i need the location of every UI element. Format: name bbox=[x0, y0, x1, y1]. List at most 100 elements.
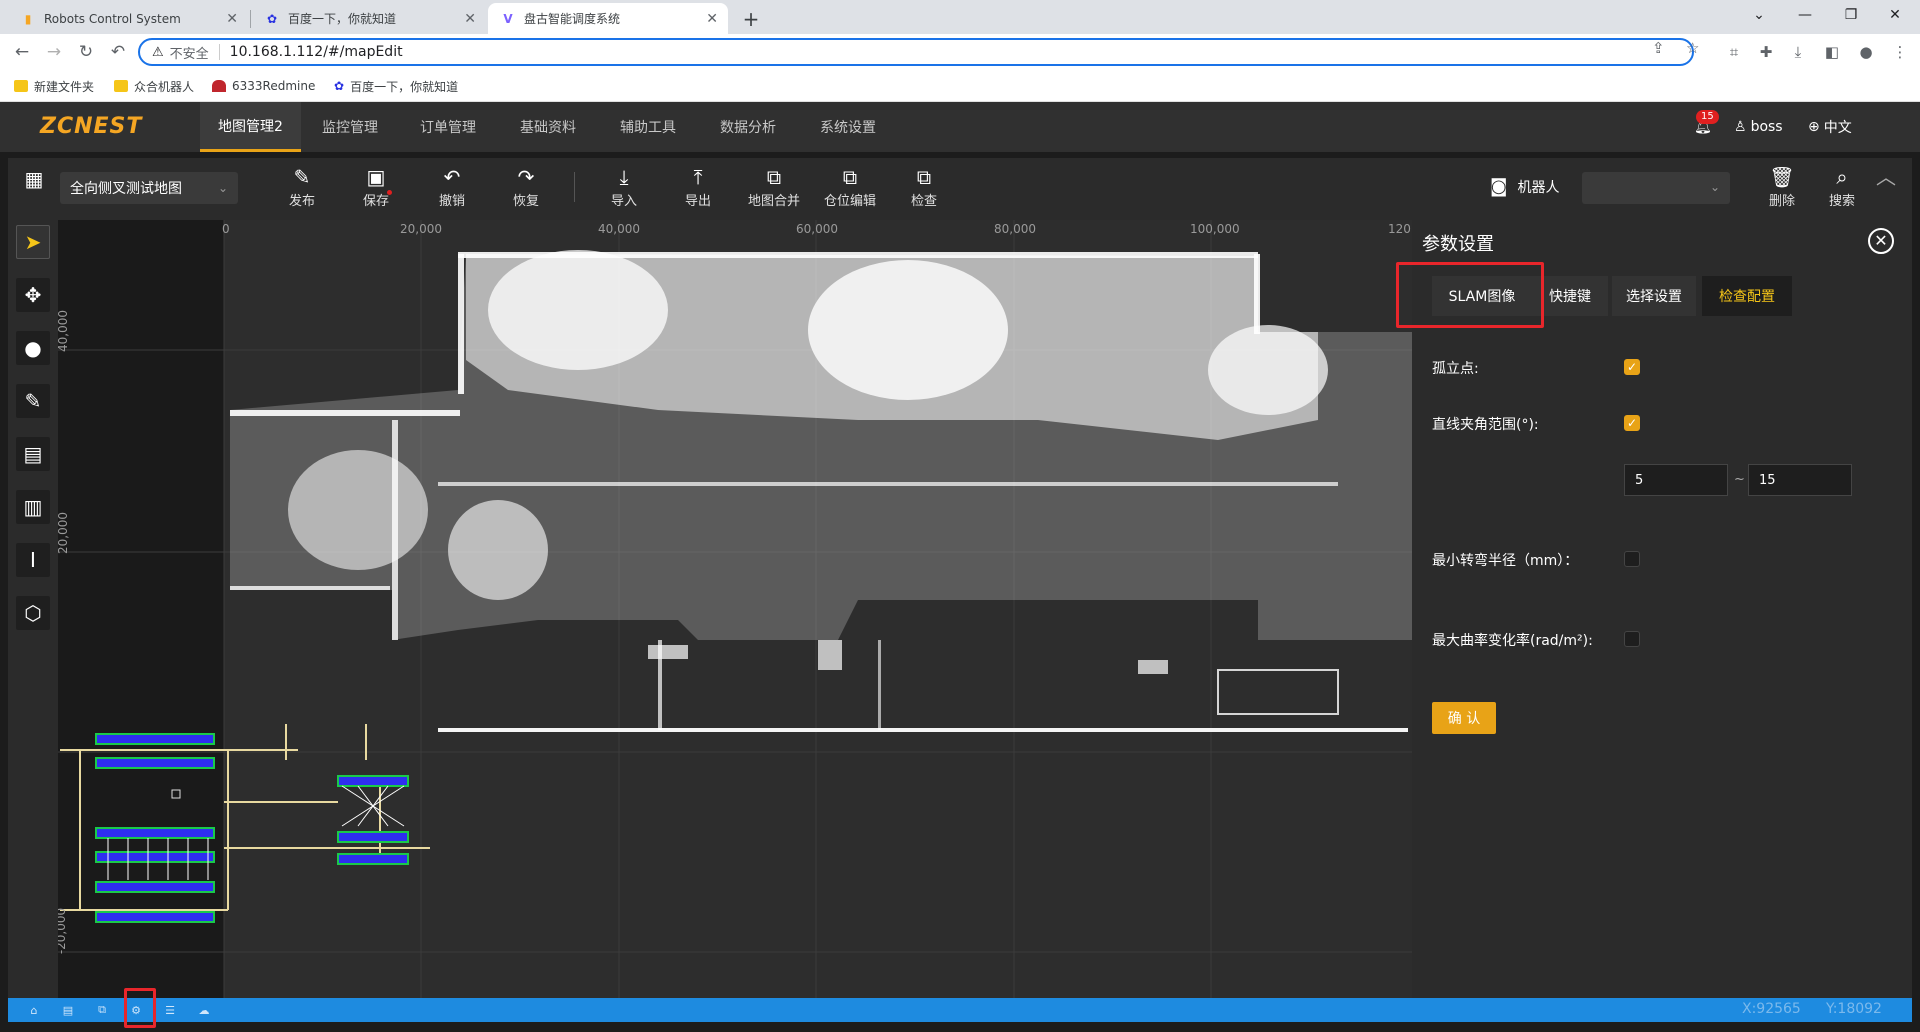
ruler-x-label: 40,000 bbox=[598, 222, 640, 236]
collapse-button[interactable]: ︿ bbox=[1866, 164, 1906, 212]
nav-orders[interactable]: 订单管理 bbox=[420, 102, 476, 152]
close-icon[interactable]: ✕ bbox=[706, 11, 718, 27]
home-icon[interactable]: ⌂ bbox=[26, 1003, 42, 1017]
line-angle-min-input[interactable]: 5 bbox=[1624, 464, 1728, 496]
undo-button[interactable]: ↶ 撤销 bbox=[422, 164, 482, 212]
browser-tab-robots[interactable]: ▮ Robots Control System ✕ bbox=[8, 3, 248, 34]
search-button[interactable]: ⌕ 搜索 bbox=[1812, 164, 1872, 212]
close-icon[interactable]: ✕ bbox=[464, 11, 476, 27]
map-select[interactable]: 全向侧叉测试地图 ⌄ bbox=[60, 172, 238, 204]
forward-arrow-icon[interactable]: → bbox=[42, 40, 66, 64]
merge-icon: ⧉ bbox=[766, 165, 782, 189]
map-merge-button[interactable]: ⧉ 地图合并 bbox=[742, 164, 806, 212]
minimize-icon[interactable]: — bbox=[1784, 0, 1826, 30]
max-curvature-rate-checkbox[interactable] bbox=[1624, 631, 1640, 647]
slam-map-svg bbox=[58, 220, 1412, 998]
bookmark-baidu[interactable]: ✿ 百度一下，你就知道 bbox=[334, 76, 458, 96]
publish-button[interactable]: ✎ 发布 bbox=[272, 164, 332, 212]
bookmark-star-icon[interactable]: ☆ bbox=[1686, 39, 1699, 57]
map-canvas[interactable]: 0 20,000 40,000 60,000 80,000 100,000 12… bbox=[58, 220, 1412, 998]
extensions-puzzle-icon[interactable]: ✚ bbox=[1756, 42, 1776, 62]
nav-monitoring[interactable]: 监控管理 bbox=[322, 102, 378, 152]
isolated-point-checkbox[interactable]: ✓ bbox=[1624, 359, 1640, 375]
bookmarks-bar: 新建文件夹 众合机器人 6333Redmine ✿ 百度一下，你就知道 bbox=[0, 70, 1920, 102]
download-icon[interactable]: ⤓ bbox=[1788, 42, 1808, 62]
nav-data-analysis[interactable]: 数据分析 bbox=[720, 102, 776, 152]
ruler-y-label: 20,000 bbox=[58, 512, 70, 554]
browser-tab-pangu[interactable]: V 盘古智能调度系统 ✕ bbox=[488, 3, 728, 34]
nav-system-settings[interactable]: 系统设置 bbox=[820, 102, 876, 152]
robot-label-text: 机器人 bbox=[1517, 179, 1560, 196]
confirm-button[interactable]: 确 认 bbox=[1432, 702, 1496, 734]
save-button[interactable]: ▣ 保存 bbox=[346, 164, 406, 212]
app-header: ZCNEST 地图管理2 监控管理 订单管理 基础资料 辅助工具 数据分析 系统… bbox=[0, 102, 1920, 152]
polygon-tool[interactable]: ⬡ bbox=[16, 596, 50, 630]
pen-icon: ✎ bbox=[24, 389, 42, 413]
side-panel-icon[interactable]: ◧ bbox=[1822, 42, 1842, 62]
language-switch[interactable]: ⊕ 中文 bbox=[1808, 102, 1852, 152]
bookmark-redmine[interactable]: 6333Redmine bbox=[212, 76, 315, 96]
export-icon: ⤒ bbox=[693, 165, 703, 189]
window-close-icon[interactable]: ✕ bbox=[1874, 0, 1916, 30]
layers-icon[interactable]: ⧉ bbox=[94, 1003, 110, 1017]
redo-button[interactable]: ↷ 恢复 bbox=[496, 164, 556, 212]
close-icon[interactable]: ✕ bbox=[226, 11, 238, 27]
bookmark-new-folder[interactable]: 新建文件夹 bbox=[14, 76, 94, 96]
storage-tool[interactable]: ▥ bbox=[16, 490, 50, 524]
tab-check-config[interactable]: 检查配置 bbox=[1702, 276, 1792, 316]
point-tool[interactable]: ● bbox=[16, 331, 50, 365]
restore-icon[interactable]: ❐ bbox=[1830, 0, 1872, 30]
text-cursor-icon: I bbox=[30, 548, 36, 572]
min-turn-radius-checkbox[interactable] bbox=[1624, 551, 1640, 567]
nav-aux-tools[interactable]: 辅助工具 bbox=[620, 102, 676, 152]
url-text[interactable]: 10.168.1.112/#/mapEdit bbox=[230, 44, 403, 60]
browser-tabstrip: ▮ Robots Control System ✕ ✿ 百度一下，你就知道 ✕ … bbox=[0, 0, 1920, 34]
robot-select[interactable]: ⌄ bbox=[1582, 172, 1730, 204]
line-angle-checkbox[interactable]: ✓ bbox=[1624, 415, 1640, 431]
search-icon: ⌕ bbox=[1836, 165, 1848, 189]
road-network bbox=[60, 724, 430, 923]
crop-icon[interactable]: ⌗ bbox=[1724, 42, 1744, 62]
user-menu[interactable]: ♙ boss bbox=[1734, 102, 1783, 152]
new-tab-button[interactable]: + bbox=[738, 6, 764, 32]
import-button[interactable]: ⤓ 导入 bbox=[594, 164, 654, 212]
cloud-sync-icon[interactable]: ☁ bbox=[196, 1003, 212, 1017]
tool-label: 删除 bbox=[1768, 194, 1795, 209]
pangu-logo-icon: V bbox=[503, 11, 513, 26]
range-separator: ~ bbox=[1734, 472, 1745, 487]
map-layers-icon[interactable]: ▦ bbox=[14, 166, 54, 214]
highlight-box bbox=[124, 988, 156, 1028]
trash-icon: 🗑︎ bbox=[1769, 165, 1795, 189]
export-button[interactable]: ⤒ 导出 bbox=[668, 164, 728, 212]
delete-button[interactable]: 🗑︎ 删除 bbox=[1752, 164, 1812, 212]
max-curvature-rate-label: 最大曲率变化率(rad/m²): bbox=[1432, 633, 1593, 649]
checkmark-icon: ✓ bbox=[1626, 416, 1638, 430]
reload-icon[interactable]: ↻ bbox=[74, 40, 98, 64]
list-icon[interactable]: ☰ bbox=[162, 1003, 178, 1017]
tab-selection-settings[interactable]: 选择设置 bbox=[1612, 276, 1696, 316]
line-angle-max-input[interactable]: 15 bbox=[1748, 464, 1852, 496]
draw-path-tool[interactable]: ✎ bbox=[16, 384, 50, 418]
bookmark-zhonghe[interactable]: 众合机器人 bbox=[114, 76, 194, 96]
browser-tab-baidu[interactable]: ✿ 百度一下，你就知道 ✕ bbox=[252, 3, 486, 34]
kebab-menu-icon[interactable]: ⋮ bbox=[1890, 42, 1910, 62]
profile-avatar-icon[interactable]: ● bbox=[1856, 42, 1876, 62]
area-tool[interactable]: ▤ bbox=[16, 437, 50, 471]
move-tool[interactable]: ✥ bbox=[16, 278, 50, 312]
dimension-tool[interactable]: I bbox=[16, 543, 50, 577]
undo-arrow-icon[interactable]: ↶ bbox=[106, 40, 130, 64]
close-icon[interactable]: ✕ bbox=[1868, 228, 1894, 254]
back-arrow-icon[interactable]: ← bbox=[10, 40, 34, 64]
tab-search-chevron-icon[interactable]: ⌄ bbox=[1738, 0, 1780, 30]
tab-title: 百度一下，你就知道 bbox=[288, 12, 397, 26]
address-bar[interactable]: ⚠ 不安全 10.168.1.112/#/mapEdit bbox=[138, 38, 1694, 66]
nav-map-management[interactable]: 地图管理2 bbox=[200, 102, 301, 152]
slot-edit-button[interactable]: ⧉ 仓位编辑 bbox=[818, 164, 882, 212]
share-icon[interactable]: ⇪ bbox=[1652, 39, 1665, 57]
select-pointer-tool[interactable]: ➤ bbox=[16, 225, 50, 259]
browser-toolbar: ← → ↻ ↶ ⚠ 不安全 10.168.1.112/#/mapEdit ⇪ ☆… bbox=[0, 34, 1920, 70]
check-button[interactable]: ⧉ 检查 bbox=[894, 164, 954, 212]
param-settings-panel bbox=[1412, 220, 1912, 998]
nav-basic-data[interactable]: 基础资料 bbox=[520, 102, 576, 152]
document-icon[interactable]: ▤ bbox=[60, 1003, 76, 1017]
